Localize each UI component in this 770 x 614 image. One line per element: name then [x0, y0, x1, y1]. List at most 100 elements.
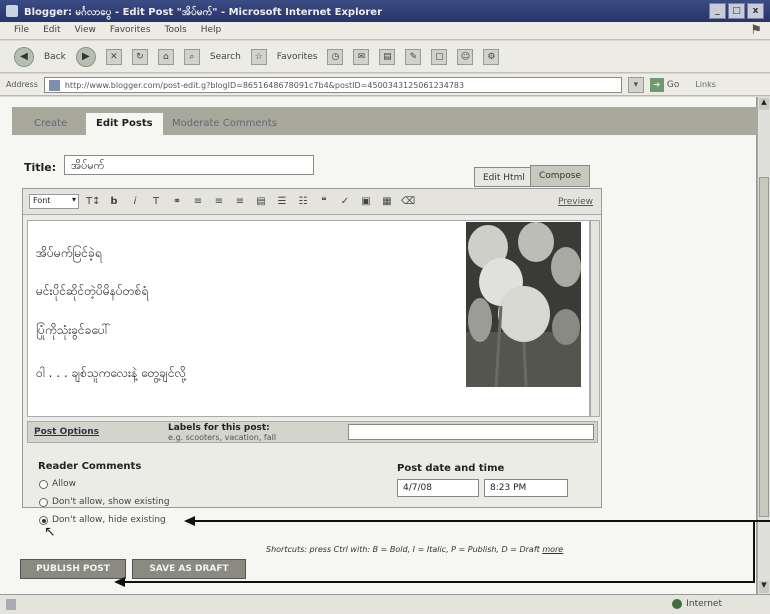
go-arrow-icon: ➔ [649, 77, 664, 92]
radio-dont-allow-hide[interactable]: Don't allow, hide existing [39, 515, 166, 525]
status-page-icon [6, 599, 16, 610]
window-controls: _ □ x [709, 3, 764, 19]
callout-arrow-line [124, 581, 755, 583]
ie-icon [6, 5, 18, 17]
scroll-up-icon[interactable]: ▲ [759, 98, 769, 110]
tab-edit-posts[interactable]: Edit Posts [86, 113, 163, 135]
menu-edit[interactable]: Edit [43, 25, 60, 39]
radio-allow[interactable]: Allow [39, 479, 76, 489]
title-label: Title: [24, 161, 57, 174]
address-input[interactable]: http://www.blogger.com/post-edit.g?blogI… [43, 76, 622, 93]
radio-circle[interactable] [39, 497, 48, 507]
post-time-input[interactable]: 8:23 PM [484, 479, 568, 497]
radio-circle[interactable] [39, 479, 48, 489]
tab-edit-html[interactable]: Edit Html [474, 167, 534, 187]
go-label: Go [666, 79, 680, 90]
shortcuts-text: Shortcuts: press Ctrl with: B = Bold, I … [266, 545, 540, 554]
bullet-list-icon[interactable]: ☷ [296, 195, 310, 209]
internet-globe-icon [672, 599, 683, 609]
minimize-button[interactable]: _ [709, 3, 726, 19]
messenger-icon[interactable]: ☺ [457, 48, 474, 65]
window-title: Blogger: မင်္ဂလာပွေ - Edit Post "အိပ်မက်… [24, 7, 383, 18]
numbered-list-icon[interactable]: ☰ [275, 195, 289, 209]
scroll-thumb[interactable] [759, 177, 769, 517]
history-icon[interactable]: ◷ [327, 48, 344, 65]
link-icon[interactable]: ⚭ [170, 195, 184, 209]
eraser-icon[interactable]: ⌫ [401, 195, 415, 209]
publish-post-button[interactable]: PUBLISH POST [20, 559, 126, 579]
spellcheck-icon[interactable]: ✓ [338, 195, 352, 209]
editor-toolbar: Font T↕ b i T ⚭ ≡ ≡ ≡ ▤ ☰ ☷ ❝ ✓ ▣ ▦ ⌫ Pr… [23, 189, 601, 215]
favorites-star-icon[interactable]: ☆ [250, 48, 267, 65]
tab-create[interactable]: Create [24, 113, 77, 135]
align-right-icon[interactable]: ≡ [233, 195, 247, 209]
post-date-input[interactable]: 4/7/08 [397, 479, 479, 497]
favorites-label[interactable]: Favorites [277, 52, 318, 62]
go-button[interactable]: ➔ Go [649, 77, 680, 92]
home-icon[interactable]: ⌂ [157, 48, 174, 65]
print-icon[interactable]: ▤ [379, 48, 396, 65]
maximize-button[interactable]: □ [728, 3, 745, 19]
edit-icon[interactable]: ✎ [405, 48, 422, 65]
callout-arrowhead [184, 516, 195, 526]
editor-scrollbar[interactable] [590, 220, 600, 417]
address-dropdown-icon[interactable]: ▾ [627, 76, 644, 93]
labels-row: Post Options Labels for this post: e.g. … [27, 421, 598, 443]
align-left-icon[interactable]: ≡ [191, 195, 205, 209]
shortcuts-more-link[interactable]: more [542, 545, 563, 554]
insert-image-icon[interactable]: ▣ [359, 195, 373, 209]
tulip-photo[interactable] [466, 222, 581, 387]
back-arrow-icon[interactable]: ◀ [14, 46, 34, 67]
callout-connector [753, 520, 755, 583]
labels-example: e.g. scooters, vacation, fall [168, 433, 277, 442]
align-justify-icon[interactable]: ▤ [254, 195, 268, 209]
menu-help[interactable]: Help [201, 25, 222, 39]
shortcuts-hint: Shortcuts: press Ctrl with: B = Bold, I … [266, 545, 563, 554]
align-center-icon[interactable]: ≡ [212, 195, 226, 209]
links-label[interactable]: Links [695, 80, 716, 89]
callout-arrow-line [194, 520, 770, 522]
research-icon[interactable]: ⚙ [483, 48, 500, 65]
zone-label: Internet [686, 599, 722, 609]
discuss-icon[interactable]: ▢ [431, 48, 448, 65]
radio-dont-allow-show[interactable]: Don't allow, show existing [39, 497, 170, 507]
search-label[interactable]: Search [210, 52, 241, 62]
post-options-link[interactable]: Post Options [34, 427, 99, 437]
insert-video-icon[interactable]: ▦ [380, 195, 394, 209]
post-title-input[interactable]: အိပ်မက် [64, 155, 314, 175]
blockquote-icon[interactable]: ❝ [317, 195, 331, 209]
address-label: Address [6, 80, 38, 89]
window-titlebar: Blogger: မင်္ဂလာပွေ - Edit Post "အိပ်မက်… [0, 0, 770, 22]
post-date-title: Post date and time [397, 463, 505, 474]
editor-body[interactable]: အိပ်မက်မြင်ခဲ့ရ မင်းပိုင်ဆိုင်တဲ့ပိမိနပ်… [27, 220, 590, 417]
tab-compose[interactable]: Compose [530, 165, 591, 187]
text-color-icon[interactable]: T [149, 195, 163, 209]
font-select[interactable]: Font [29, 194, 79, 209]
italic-icon[interactable]: i [128, 195, 142, 209]
back-label[interactable]: Back [44, 52, 66, 62]
mail-icon[interactable]: ✉ [353, 48, 370, 65]
page-icon [48, 79, 60, 91]
save-as-draft-button[interactable]: SAVE AS DRAFT [132, 559, 246, 579]
menu-favorites[interactable]: Favorites [110, 25, 151, 39]
tab-moderate-comments[interactable]: Moderate Comments [162, 113, 287, 135]
menu-tools[interactable]: Tools [165, 25, 187, 39]
search-icon[interactable]: ⌕ [183, 48, 200, 65]
close-button[interactable]: x [747, 3, 764, 19]
menu-file[interactable]: File [14, 25, 29, 39]
scroll-down-icon[interactable]: ▼ [759, 581, 769, 593]
callout-arrowhead [114, 577, 125, 587]
preview-link[interactable]: Preview [558, 197, 593, 207]
posting-tabs: Create Edit Posts Moderate Comments [12, 107, 757, 135]
browser-window: Blogger: မင်္ဂလာပွေ - Edit Post "အိပ်မက်… [0, 0, 770, 614]
status-bar: Internet [0, 594, 770, 614]
stop-icon[interactable]: ✕ [105, 48, 122, 65]
font-size-icon[interactable]: T↕ [86, 195, 101, 209]
bold-icon[interactable]: b [107, 195, 121, 209]
labels-input[interactable] [348, 424, 594, 440]
forward-arrow-icon[interactable]: ▶ [75, 46, 96, 67]
mouse-cursor-icon: ↖ [44, 524, 56, 540]
menu-view[interactable]: View [75, 25, 96, 39]
reader-comments-title: Reader Comments [38, 461, 142, 472]
refresh-icon[interactable]: ↻ [131, 48, 148, 65]
